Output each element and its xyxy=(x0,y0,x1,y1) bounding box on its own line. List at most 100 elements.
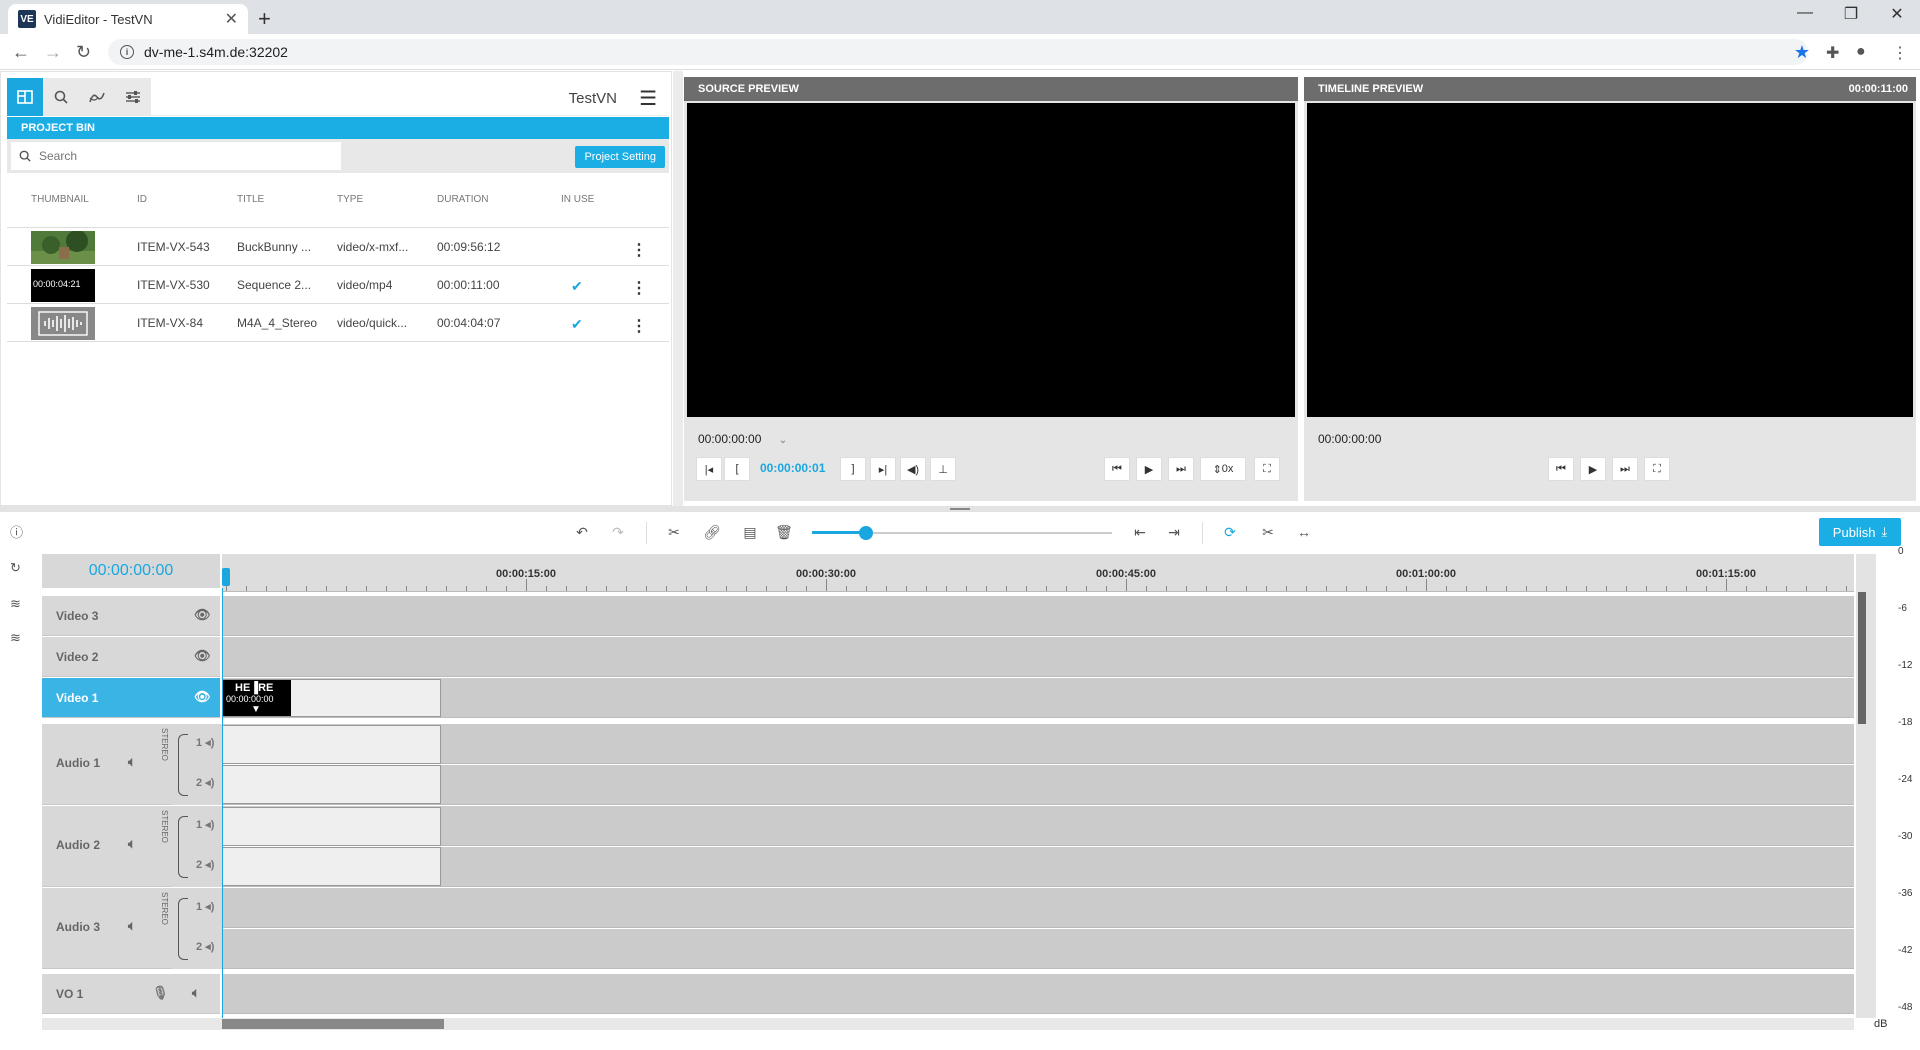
item-menu-icon[interactable]: ⋮ xyxy=(631,316,647,336)
col-title[interactable]: TITLE xyxy=(237,194,264,205)
ripple-left-icon[interactable]: ⇤ xyxy=(1128,520,1152,544)
site-info-icon[interactable]: i xyxy=(120,45,134,59)
item-menu-icon[interactable]: ⋮ xyxy=(631,240,647,260)
redo-icon[interactable]: ↷ xyxy=(606,520,630,544)
track-header-video-2[interactable]: Video 2 👁︎ xyxy=(42,637,220,677)
source-timecode[interactable]: 00:00:00:00 ⌄ xyxy=(698,432,787,446)
track-lane-audio-1-ch2[interactable] xyxy=(222,765,1854,805)
minimize-icon[interactable]: — xyxy=(1790,4,1820,22)
track-lane-video-2[interactable] xyxy=(222,637,1854,677)
publish-button[interactable]: Publish ⤓ xyxy=(1819,518,1901,546)
step-back-button[interactable]: ⏮ xyxy=(1548,457,1574,481)
go-to-in-button[interactable]: |◂ xyxy=(696,457,722,481)
close-window-icon[interactable]: ✕ xyxy=(1882,4,1912,24)
chevron-down-icon[interactable]: ⌄ xyxy=(779,435,787,446)
timeline-ruler[interactable]: 00:00:15:00 00:00:30:00 00:00:45:00 00:0… xyxy=(222,554,1854,592)
speaker-icon[interactable]: 🔈︎ xyxy=(128,754,136,770)
remove-track-icon[interactable]: ≋ xyxy=(10,630,21,646)
undo-icon[interactable]: ↶ xyxy=(570,520,594,544)
table-row[interactable]: ITEM-VX-543 BuckBunny ... video/x-mxf...… xyxy=(7,228,669,266)
audio-clip[interactable] xyxy=(222,725,441,764)
play-button[interactable]: ▶ xyxy=(1580,457,1606,481)
table-row[interactable]: ITEM-VX-84 M4A_4_Stereo video/quick... 0… xyxy=(7,304,669,342)
reload-icon[interactable]: ↻ xyxy=(76,42,91,63)
audio-clip[interactable] xyxy=(222,847,441,886)
step-back-button[interactable]: ⏮ xyxy=(1104,457,1130,481)
fullscreen-icon[interactable]: ⛶ xyxy=(1644,457,1670,481)
new-tab-button[interactable]: + xyxy=(258,6,271,32)
col-id[interactable]: ID xyxy=(137,194,147,205)
scrollbar-thumb[interactable] xyxy=(222,1019,444,1029)
track-header-video-3[interactable]: Video 3 👁︎ xyxy=(42,596,220,636)
profile-icon[interactable]: ● xyxy=(1856,43,1866,61)
snap-icon[interactable]: ⟳ xyxy=(1218,520,1242,544)
audio-clip[interactable] xyxy=(222,807,441,846)
col-thumbnail[interactable]: THUMBNAIL xyxy=(31,194,89,205)
playhead-handle[interactable] xyxy=(222,568,230,586)
track-lane-audio-2-ch2[interactable] xyxy=(222,847,1854,887)
video-clip[interactable]: HE▐RE 00:00:00:00 ▼ xyxy=(222,679,441,717)
razor-all-icon[interactable]: ✂ xyxy=(1256,520,1280,544)
cut-icon[interactable]: ✂ xyxy=(662,520,686,544)
back-icon[interactable]: ← xyxy=(12,42,30,63)
zoom-slider-handle[interactable] xyxy=(859,526,873,540)
track-lane-vo-1[interactable] xyxy=(222,974,1854,1014)
fullscreen-icon[interactable]: ⛶ xyxy=(1254,457,1280,481)
refresh-icon[interactable]: ↻ xyxy=(10,560,21,576)
align-icon[interactable]: ▤ xyxy=(738,520,762,544)
speaker-icon[interactable]: 🔈︎ xyxy=(192,985,200,1001)
step-forward-button[interactable]: ⏭ xyxy=(1612,457,1638,481)
adjust-tab[interactable] xyxy=(115,78,151,116)
delete-icon[interactable]: 🗑︎ xyxy=(772,520,796,544)
effects-tab[interactable] xyxy=(79,78,115,116)
info-icon[interactable]: ⓘ xyxy=(10,522,23,541)
browser-tab[interactable]: VE VidiEditor - TestVN ✕ xyxy=(8,4,248,34)
microphone-icon[interactable]: 🎙︎ xyxy=(152,985,169,1001)
eye-icon[interactable]: 👁︎ xyxy=(194,689,211,705)
col-in-use[interactable]: IN USE xyxy=(561,194,594,205)
track-header-video-1[interactable]: Video 1 👁︎ xyxy=(42,678,220,718)
overwrite-button[interactable]: ⊥ xyxy=(930,457,956,481)
eye-icon[interactable]: 👁︎ xyxy=(194,648,211,664)
track-lane-video-3[interactable] xyxy=(222,596,1854,636)
speaker-icon[interactable]: 🔈︎ xyxy=(128,836,136,852)
play-button[interactable]: ▶ xyxy=(1136,457,1162,481)
source-video-screen[interactable] xyxy=(687,103,1295,417)
speed-control[interactable]: ⇕ 0x xyxy=(1200,457,1246,481)
step-forward-button[interactable]: ⏭ xyxy=(1168,457,1194,481)
table-row[interactable]: 00:00:04:21 ITEM-VX-530 Sequence 2... vi… xyxy=(7,266,669,304)
eye-icon[interactable]: 👁︎ xyxy=(194,607,211,623)
col-type[interactable]: TYPE xyxy=(337,194,363,205)
track-header-vo-1[interactable]: VO 1 🎙︎ 🔈︎ xyxy=(42,974,220,1014)
ripple-right-icon[interactable]: ⇥ xyxy=(1162,520,1186,544)
timeline-video-screen[interactable] xyxy=(1307,103,1913,417)
hamburger-menu-icon[interactable]: ☰ xyxy=(639,86,657,111)
browser-menu-icon[interactable]: ⋮ xyxy=(1892,43,1908,63)
project-setting-button[interactable]: Project Setting xyxy=(575,146,665,168)
track-lane-audio-3-ch1[interactable] xyxy=(222,888,1854,928)
forward-icon[interactable]: → xyxy=(44,42,62,63)
url-bar[interactable]: i dv-me-1.s4m.de:32202 xyxy=(108,39,1808,65)
track-lane-audio-1-ch1[interactable] xyxy=(222,724,1854,764)
item-menu-icon[interactable]: ⋮ xyxy=(631,278,647,298)
track-lane-video-1[interactable] xyxy=(222,678,1854,718)
bookmark-star-icon[interactable]: ★ xyxy=(1794,42,1810,63)
mark-in-button[interactable]: [ xyxy=(724,457,750,481)
speaker-icon[interactable]: 🔈︎ xyxy=(128,918,136,934)
panel-resize-handle[interactable] xyxy=(673,71,683,506)
go-to-out-button[interactable]: ▸| xyxy=(870,457,896,481)
audio-insert-button[interactable]: ◀) xyxy=(900,457,926,481)
extensions-icon[interactable]: ✚ xyxy=(1826,43,1839,63)
mark-out-button[interactable]: ] xyxy=(840,457,866,481)
project-bin-tab[interactable] xyxy=(7,78,43,116)
search-tab[interactable] xyxy=(43,78,79,116)
fit-timeline-icon[interactable]: ↔ xyxy=(1292,520,1316,544)
close-tab-icon[interactable]: ✕ xyxy=(225,9,238,29)
link-icon[interactable]: 🔗︎ xyxy=(700,520,724,544)
audio-clip[interactable] xyxy=(222,765,441,804)
timeline-timecode[interactable]: 00:00:00:00 xyxy=(42,554,220,588)
restore-icon[interactable]: ❐ xyxy=(1836,4,1866,24)
search-input[interactable] xyxy=(11,142,341,170)
add-track-icon[interactable]: ≋ xyxy=(10,596,21,612)
col-duration[interactable]: DURATION xyxy=(437,194,488,205)
